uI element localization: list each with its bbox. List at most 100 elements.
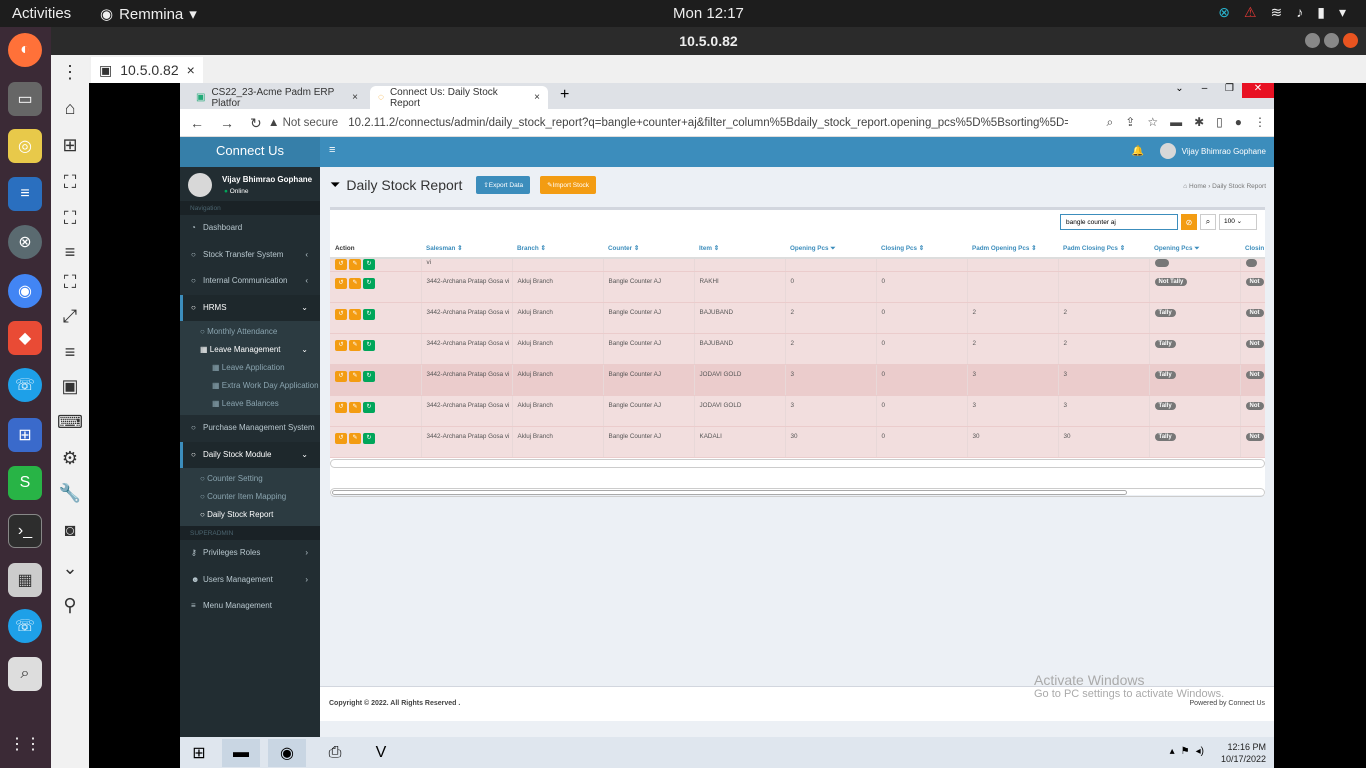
- fullscreen-icon[interactable]: ⛶: [59, 207, 81, 229]
- close-tab-icon[interactable]: ×: [187, 62, 195, 78]
- extensions-icon[interactable]: ✱: [1194, 115, 1204, 130]
- show-apps-icon[interactable]: ⋮⋮: [8, 727, 42, 761]
- sidebar-item-leave-management[interactable]: ▦ Leave Management ⌄: [180, 341, 320, 359]
- refresh-icon[interactable]: ↻: [363, 277, 375, 289]
- chevron-down-icon[interactable]: ⌄: [59, 557, 81, 579]
- multi-monitor-icon[interactable]: ▣: [59, 375, 81, 397]
- sidebar-item-privileges[interactable]: ⚷ Privileges Roles ›: [180, 540, 320, 567]
- table-scroll-area[interactable]: Action Salesman ⇕ Branch ⇕ Counter ⇕ Ite…: [330, 240, 1265, 458]
- page-size-select[interactable]: 100 ⌄: [1219, 214, 1257, 230]
- view-icon[interactable]: ↺: [335, 432, 347, 444]
- edit-icon[interactable]: ✎: [349, 308, 361, 320]
- new-tab-button[interactable]: +: [560, 86, 569, 104]
- terminal-icon[interactable]: ›_: [8, 514, 42, 548]
- taskbar-tray-icons[interactable]: ▴ ⚑ ◂): [1170, 746, 1204, 757]
- phone2-icon[interactable]: ☏: [8, 609, 42, 643]
- tab-erp[interactable]: ▣ CS22_23-Acme Padm ERP Platfor ×: [188, 86, 366, 109]
- profile-icon[interactable]: ●: [1235, 115, 1242, 130]
- minimize-icon[interactable]: [1305, 33, 1320, 48]
- column-header[interactable]: Branch ⇕: [512, 240, 603, 259]
- activities-button[interactable]: Activities: [12, 5, 71, 22]
- search-input[interactable]: [1060, 214, 1178, 230]
- column-header[interactable]: Salesman ⇕: [421, 240, 512, 259]
- tray-up-icon[interactable]: ▴: [1170, 746, 1175, 757]
- close-icon[interactable]: ×: [352, 92, 358, 103]
- sidebar-item-purchase[interactable]: ○ Purchase Management System: [180, 415, 320, 442]
- column-header[interactable]: Closin: [1240, 240, 1265, 259]
- column-header[interactable]: Closing Pcs ⇕: [876, 240, 967, 259]
- fit-window-icon[interactable]: ⛶: [59, 171, 81, 193]
- phone-icon[interactable]: ☏: [8, 368, 42, 402]
- remmina-tab[interactable]: ▣ 10.5.0.82 ×: [91, 57, 203, 83]
- network-flag-icon[interactable]: ⚑: [1181, 746, 1190, 757]
- sidebar-item-hrms[interactable]: ○ HRMS ⌄: [180, 294, 320, 321]
- column-header[interactable]: Counter ⇕: [603, 240, 694, 259]
- refresh-icon[interactable]: ↻: [363, 308, 375, 320]
- battery-icon[interactable]: ▮: [1317, 4, 1325, 21]
- not-secure-label[interactable]: Not secure: [283, 117, 339, 129]
- sidebar-item-extra-work-day[interactable]: ▦ Extra Work Day Application: [180, 377, 320, 395]
- minimize-icon[interactable]: –: [1192, 83, 1217, 98]
- close-icon[interactable]: ×: [534, 92, 540, 103]
- printer-icon[interactable]: ⎙: [316, 739, 354, 767]
- export-data-button[interactable]: ⇪Export Data: [476, 176, 531, 194]
- back-icon[interactable]: ←: [190, 115, 204, 132]
- address-bar[interactable]: ▲ Not secure 10.2.11.2/connectus/admin/da…: [268, 114, 1068, 132]
- sidebar-item-counter-item-mapping[interactable]: ○ Counter Item Mapping: [180, 488, 320, 506]
- vnc-icon[interactable]: V: [362, 739, 400, 767]
- chrome-taskbar-icon[interactable]: ◉: [268, 739, 306, 767]
- hamburger-icon[interactable]: ≡: [59, 241, 81, 263]
- sidebar-logo[interactable]: Connect Us: [180, 137, 320, 167]
- refresh-icon[interactable]: ↻: [363, 401, 375, 413]
- dynamic-resolution-icon[interactable]: ⛶: [59, 271, 81, 293]
- forward-icon[interactable]: →: [220, 115, 234, 132]
- calculator-icon[interactable]: ▦: [8, 563, 42, 597]
- view-icon[interactable]: ↺: [335, 277, 347, 289]
- reload-icon[interactable]: ↻: [250, 115, 262, 132]
- refresh-icon[interactable]: ↻: [363, 259, 375, 270]
- remmina-dock-icon[interactable]: ⊗: [8, 225, 42, 259]
- column-header[interactable]: Padm Opening Pcs ⇕: [967, 240, 1058, 259]
- disconnect-icon[interactable]: ⚲: [59, 594, 81, 616]
- sidebar-item-monthly-attendance[interactable]: ○ Monthly Attendance: [180, 323, 320, 341]
- new-connection-icon[interactable]: ⊞: [59, 134, 81, 156]
- wrench-icon[interactable]: 🔧: [59, 482, 81, 504]
- view-icon[interactable]: ↺: [335, 308, 347, 320]
- table-scrollbar[interactable]: [330, 459, 1265, 468]
- keyboard-icon[interactable]: ⌨: [57, 411, 83, 433]
- horizontal-scrollbar[interactable]: [330, 488, 1265, 497]
- edit-icon[interactable]: ✎: [349, 401, 361, 413]
- column-header[interactable]: Opening Pcs ⏷: [785, 240, 876, 259]
- app-menu[interactable]: ◉ Remmina ▾: [100, 5, 197, 24]
- power-menu-icon[interactable]: ▾: [1339, 4, 1346, 21]
- search-button[interactable]: ⌕: [1200, 214, 1216, 230]
- bookmark-star-icon[interactable]: ☆: [1147, 115, 1158, 130]
- sidebar-item-leave-balances[interactable]: ▦ Leave Balances: [180, 395, 320, 413]
- breadcrumb-home[interactable]: Home: [1189, 183, 1206, 190]
- preferences-icon[interactable]: ≡: [59, 341, 81, 363]
- view-icon[interactable]: ↺: [335, 370, 347, 382]
- clear-search-button[interactable]: ⊘: [1181, 214, 1197, 230]
- close-icon[interactable]: [1343, 33, 1358, 48]
- scaled-mode-icon[interactable]: ⤢: [59, 305, 81, 327]
- column-header[interactable]: Padm Closing Pcs ⇕: [1058, 240, 1149, 259]
- edit-icon[interactable]: ✎: [349, 339, 361, 351]
- sidepanel-icon[interactable]: ▯: [1216, 115, 1223, 130]
- header-avatar[interactable]: [1160, 143, 1176, 159]
- screenshot-icon[interactable]: ⌕: [8, 657, 42, 691]
- sidebar-toggle-icon[interactable]: ≡: [329, 144, 335, 156]
- warning-icon[interactable]: ⚠: [1244, 4, 1257, 21]
- sidebar-item-daily-stock-report[interactable]: ○ Daily Stock Report: [180, 506, 320, 524]
- share-icon[interactable]: ⇪: [1125, 115, 1135, 130]
- edit-icon[interactable]: ✎: [349, 370, 361, 382]
- anydesk-icon[interactable]: ◆: [8, 321, 42, 355]
- sidebar-item-stock-transfer[interactable]: ○ Stock Transfer System ‹: [180, 242, 320, 269]
- view-icon[interactable]: ↺: [335, 401, 347, 413]
- scrollbar-thumb[interactable]: [332, 490, 1127, 495]
- edit-icon[interactable]: ✎: [349, 277, 361, 289]
- maximize-icon[interactable]: [1324, 33, 1339, 48]
- sheets-icon[interactable]: S: [8, 466, 42, 500]
- network-icon[interactable]: ⊞: [8, 418, 42, 452]
- firefox-icon[interactable]: ◐: [8, 33, 42, 67]
- chrome-icon[interactable]: ◉: [8, 274, 42, 308]
